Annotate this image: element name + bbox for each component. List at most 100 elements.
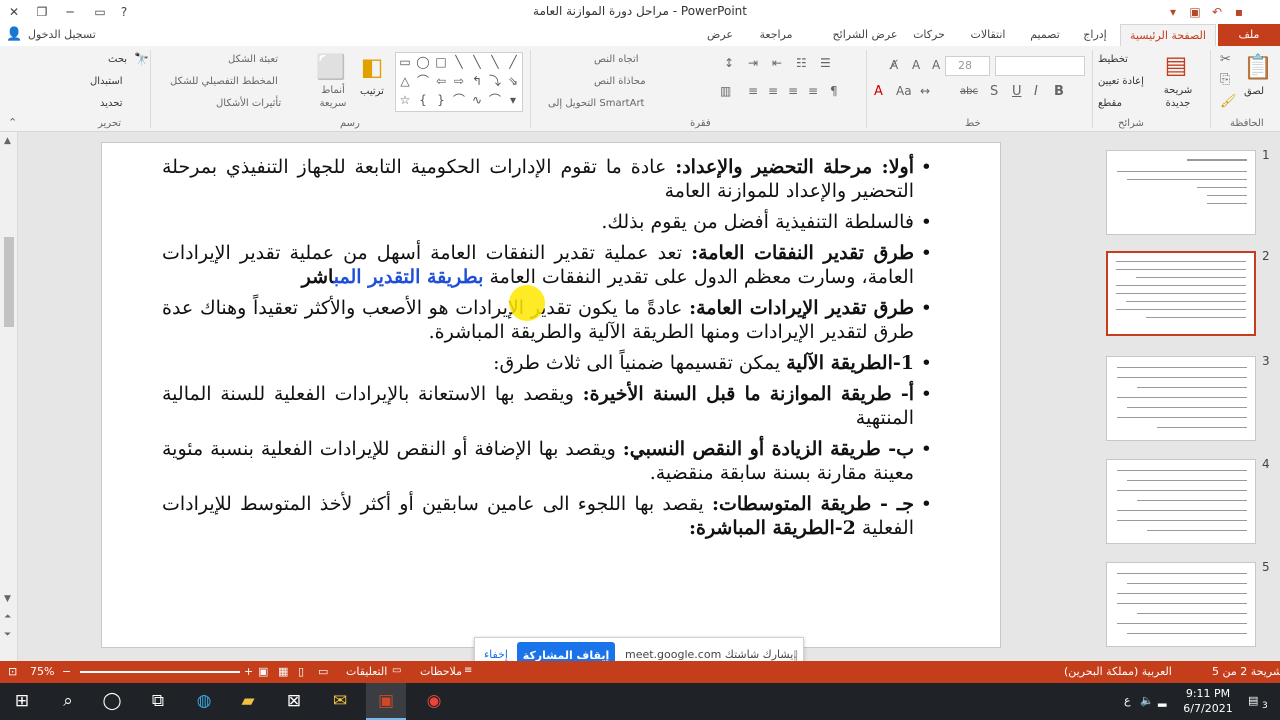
hide-button[interactable]: إخفاء [484,648,508,661]
binoculars-icon[interactable]: 🔭 [134,52,149,66]
shape-outline-button[interactable]: المخطط التفصيلي للشكل [170,76,278,87]
task-view-icon[interactable]: ⧉ [138,683,178,720]
cortana-icon[interactable]: ◯ [92,683,132,720]
rectangle-shape-icon[interactable]: ▭ [396,53,414,72]
star-shape-icon[interactable]: ☆ [396,91,414,110]
font-color-icon[interactable]: A [874,84,883,99]
tab-animations[interactable]: حركات [904,24,954,46]
arrow-shape-icon[interactable]: ╲ [468,53,486,72]
shadow-button[interactable]: S [990,84,998,99]
change-case-icon[interactable]: Aa [896,84,912,98]
arrow-shape-icon[interactable]: ⤵ [486,72,504,91]
scroll-up-icon[interactable]: ▲ [4,136,11,146]
slide-thumbnail-4[interactable] [1106,459,1256,544]
columns-icon[interactable]: ▥ [720,84,731,98]
bold-button[interactable]: B [1054,84,1064,99]
customize-qat-icon[interactable]: ▾ [1164,2,1182,22]
rtl-icon[interactable]: ¶ [830,84,838,98]
network-icon[interactable]: ▂ [1158,694,1166,707]
slideshow-icon[interactable]: ▣ [1186,2,1204,22]
tab-review[interactable]: مراجعة [750,24,802,46]
curve-shape-icon[interactable]: ⌒ [486,91,504,110]
next-slide-icon[interactable]: ⏷ [4,630,11,640]
keyboard-language[interactable]: ع [1124,694,1131,707]
file-explorer-icon[interactable]: ▰ [228,683,268,720]
slide-canvas[interactable]: أولا: مرحلة التحضير والإعداد: عادة ما تق… [101,142,1001,648]
replace-button[interactable]: استبدال [90,76,123,87]
slide-thumbnail-1[interactable] [1106,150,1256,235]
more-shapes-icon[interactable]: ▾ [504,91,522,110]
normal-view-icon[interactable]: ▣ [258,665,268,678]
find-button[interactable]: بحث [108,54,127,65]
align-right-icon[interactable]: ≡ [808,84,818,98]
fit-slide-icon[interactable]: ⊡ [8,665,17,678]
tab-transitions[interactable]: انتقالات [960,24,1016,46]
powerpoint-taskbar-icon[interactable]: ▣ [366,683,406,720]
tab-insert[interactable]: إدراج [1074,24,1116,46]
underline-button[interactable]: U [1012,84,1022,99]
section-button[interactable]: مقطع [1098,98,1122,109]
scroll-thumb[interactable] [4,237,14,327]
shapes-gallery[interactable]: ▭ ◯ □ ╲ ╲ ╲ ╱ △ ⌒ ⇦ ⇨ ↰ ⤵ ⇘ ☆{} ⌒ ∿ ⌒ ▾ [395,52,523,112]
zoom-out-icon[interactable]: − [62,665,71,678]
quick-styles-icon[interactable]: ⬜ [316,52,346,82]
tab-design[interactable]: تصميم [1022,24,1068,46]
zoom-slider[interactable] [80,671,240,673]
arc-shape-icon[interactable]: ⌒ [450,91,468,110]
layout-button[interactable]: تخطيط [1098,54,1128,65]
arrange-button[interactable]: ترتيب [360,86,384,97]
brace-shape-icon[interactable]: } [432,91,450,110]
quick-styles-button[interactable]: أنماط سريعة [316,84,350,110]
chrome-icon[interactable]: ◉ [414,683,454,720]
brace-shape-icon[interactable]: { [414,91,432,110]
tab-view[interactable]: عرض [700,24,740,46]
zoom-in-icon[interactable]: + [244,665,253,678]
char-spacing-icon[interactable]: ↔ [920,84,930,98]
sign-in-link[interactable]: تسجيل الدخول [28,24,96,46]
strikethrough-button[interactable]: abc [960,86,978,97]
tab-file[interactable]: ملف [1218,24,1280,46]
zoom-level[interactable]: 75% [30,665,54,678]
slide-body-text[interactable]: أولا: مرحلة التحضير والإعداد: عادة ما تق… [162,155,932,547]
select-button[interactable]: تحديد [100,98,123,109]
oval-shape-icon[interactable]: ◯ [414,53,432,72]
search-icon[interactable]: ⌕ [48,683,88,720]
smartart-button[interactable]: التحويل إلى SmartArt [548,98,644,109]
shrink-font-icon[interactable]: A [912,58,920,72]
rectangle-shape-icon[interactable]: □ [432,53,450,72]
paste-button[interactable]: لصق [1244,86,1264,97]
arrow-shape-icon[interactable]: ⇘ [504,72,522,91]
new-slide-icon[interactable]: ▤ [1160,50,1192,80]
reading-view-icon[interactable]: ▯ [298,665,304,678]
tab-home[interactable]: الصفحة الرئيسية [1120,24,1216,46]
font-name-field[interactable] [995,56,1085,76]
line-spacing-icon[interactable]: ↕ [724,56,734,70]
cut-icon[interactable]: ✂ [1220,52,1231,67]
connector-shape-icon[interactable]: ⇦ [432,72,450,91]
shape-effects-button[interactable]: تأثيرات الأشكال [216,98,281,109]
prev-slide-icon[interactable]: ⏶ [4,612,11,622]
windows-start-icon[interactable]: ⊞ [2,683,42,720]
slide-thumbnail-5[interactable] [1106,562,1256,647]
bullets-icon[interactable]: ☰ [820,56,831,70]
clear-format-icon[interactable]: A̸ [890,58,898,72]
user-avatar-icon[interactable]: 👤 [6,27,22,42]
align-text-button[interactable]: محاذاة النص [594,76,646,87]
font-size-field[interactable]: 28 [945,56,990,76]
line-shape-icon[interactable]: ╲ [486,53,504,72]
collapse-ribbon-icon[interactable]: ⌃ [8,116,17,129]
format-painter-icon[interactable]: 🖌 [1220,94,1237,109]
scroll-down-icon[interactable]: ▼ [4,594,11,604]
line-shape-icon[interactable]: ╲ [450,53,468,72]
tab-slideshow[interactable]: عرض الشرائح [832,24,898,46]
slide-sorter-icon[interactable]: ▦ [278,665,288,678]
copy-icon[interactable]: ⎘ [1220,72,1230,87]
volume-icon[interactable]: 🔈 [1140,694,1154,707]
comments-button[interactable]: التعليقات [346,665,387,678]
notes-button[interactable]: ملاحظات [420,665,462,678]
triangle-shape-icon[interactable]: △ [396,72,414,91]
slide-thumbnail-3[interactable] [1106,356,1256,441]
italic-button[interactable]: I [1034,84,1038,99]
connector-shape-icon[interactable]: ⇨ [450,72,468,91]
arrange-icon[interactable]: ◧ [357,52,387,82]
